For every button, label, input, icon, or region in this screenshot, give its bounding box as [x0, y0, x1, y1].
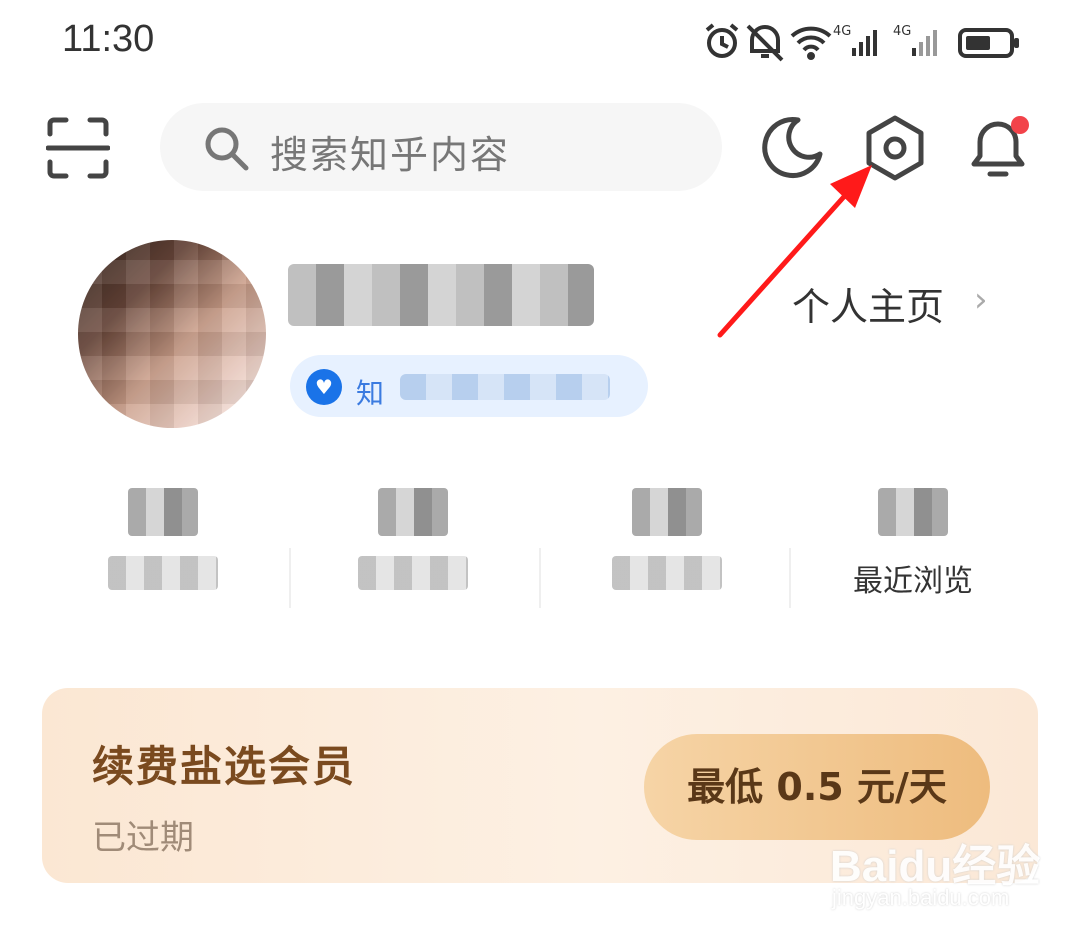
divider [289, 548, 291, 608]
stat-item[interactable] [338, 488, 488, 608]
stat-count-blurred [632, 488, 702, 536]
battery-icon [958, 28, 1019, 58]
annotation-arrow [717, 165, 872, 338]
stat-item[interactable] [592, 488, 742, 608]
member-title: 续费盐选会员 [92, 742, 357, 791]
search-icon [205, 127, 249, 171]
stat-label-recent: 最近浏览 [853, 564, 973, 599]
stat-count-blurred [378, 488, 448, 536]
network-label: 4G [893, 24, 911, 39]
renew-button[interactable]: 最低 0.5 元/天 [644, 734, 990, 840]
watermark-url: jingyan.baidu.com [832, 885, 1010, 910]
stat-item[interactable] [88, 488, 238, 608]
badge-text-blurred [400, 374, 610, 400]
status-time: 11:30 [62, 18, 155, 60]
heart-icon: ♥ [306, 369, 342, 405]
signal-4g-icon: 4G [893, 24, 937, 56]
stat-count-blurred [128, 488, 198, 536]
mute-bell-icon [746, 24, 784, 62]
network-label: 4G [833, 24, 851, 39]
stat-item-recent[interactable]: 最近浏览 [838, 488, 988, 608]
signal-4g-icon: 4G [833, 24, 877, 56]
stat-label-blurred [108, 556, 218, 590]
scan-icon[interactable] [46, 116, 110, 180]
status-icons: 4G 4G [705, 23, 1019, 62]
search-placeholder[interactable]: 搜索知乎内容 [270, 124, 510, 179]
alarm-icon [705, 23, 739, 58]
username-blurred[interactable] [288, 264, 594, 326]
badge-text: 知 [356, 377, 385, 410]
divider [539, 548, 541, 608]
wifi-icon [790, 26, 832, 60]
stat-label-blurred [358, 556, 468, 590]
avatar-blur-overlay [78, 240, 266, 428]
divider [789, 548, 791, 608]
notification-dot [1011, 116, 1029, 134]
stat-label-blurred [612, 556, 722, 590]
stat-count-blurred [878, 488, 948, 536]
chevron-right-icon[interactable]: › [974, 280, 988, 320]
member-status: 已过期 [92, 818, 194, 858]
